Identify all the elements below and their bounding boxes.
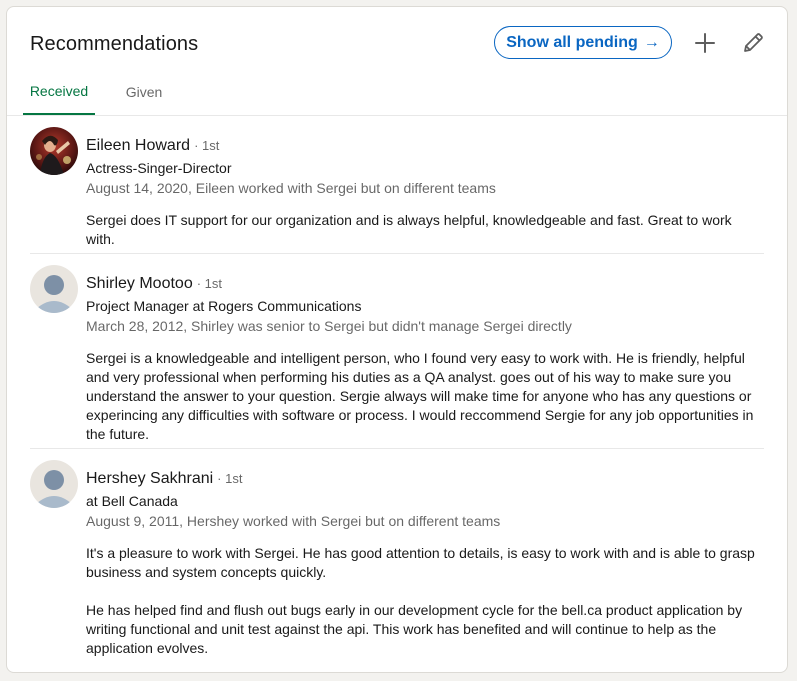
plus-icon xyxy=(695,33,715,53)
divider xyxy=(30,448,764,449)
edit-recommendations-button[interactable] xyxy=(739,29,767,57)
connection-degree: · 1st xyxy=(217,471,243,486)
show-all-pending-label: Show all pending xyxy=(506,33,638,51)
recommendation-item: Eileen Howard · 1st Actress-Singer-Direc… xyxy=(7,125,787,257)
recommendations-card: Recommendations Show all pending → Recei… xyxy=(6,6,788,673)
avatar-placeholder-icon xyxy=(30,265,78,313)
connection-degree: · 1st xyxy=(194,138,220,153)
recommendation-tabs: Received Given xyxy=(7,69,787,116)
recommender-headline: at Bell Canada xyxy=(86,493,178,509)
recommendation-item: Shirley Mootoo · 1st Project Manager at … xyxy=(7,264,787,449)
avatar[interactable] xyxy=(30,460,78,508)
recommender-headline: Project Manager at Rogers Communications xyxy=(86,298,362,314)
pencil-icon xyxy=(744,33,763,52)
avatar-placeholder-icon xyxy=(30,460,78,508)
recommendation-text: Sergei does IT support for our organizat… xyxy=(86,211,758,249)
recommendation-meta: August 9, 2011, Hershey worked with Serg… xyxy=(86,513,501,529)
avatar[interactable] xyxy=(30,265,78,313)
tab-given[interactable]: Given xyxy=(109,69,179,114)
add-recommendation-button[interactable] xyxy=(691,29,719,57)
recommendation-meta: August 14, 2020, Eileen worked with Serg… xyxy=(86,180,496,196)
divider xyxy=(30,253,764,254)
avatar[interactable] xyxy=(30,127,78,175)
card-header: Recommendations Show all pending → xyxy=(7,7,787,77)
recommender-name-row: Hershey Sakhrani · 1st xyxy=(86,470,242,488)
recommendation-paragraph: Sergei does IT support for our organizat… xyxy=(86,212,732,247)
recommendation-item: Hershey Sakhrani · 1st at Bell Canada Au… xyxy=(7,459,787,669)
recommender-headline: Actress-Singer-Director xyxy=(86,160,232,176)
section-title: Recommendations xyxy=(30,33,199,55)
recommendation-paragraph: He has helped find and flush out bugs ea… xyxy=(86,602,743,656)
recommender-name-row: Shirley Mootoo · 1st xyxy=(86,275,222,293)
recommendation-paragraph: Sergei is a knowledgeable and intelligen… xyxy=(86,350,754,442)
recommendation-text: It's a pleasure to work with Sergei. He … xyxy=(86,544,758,658)
avatar-photo xyxy=(30,127,78,175)
recommender-name[interactable]: Eileen Howard xyxy=(86,137,190,155)
arrow-right-icon: → xyxy=(643,33,660,51)
show-all-pending-button[interactable]: Show all pending → xyxy=(494,26,672,59)
connection-degree: · 1st xyxy=(196,276,223,291)
recommendation-meta: March 28, 2012, Shirley was senior to Se… xyxy=(86,318,572,334)
tab-received[interactable]: Received xyxy=(23,69,95,115)
recommendation-paragraph: It's a pleasure to work with Sergei. He … xyxy=(86,545,755,580)
recommender-name[interactable]: Shirley Mootoo xyxy=(86,275,193,293)
recommender-name-row: Eileen Howard · 1st xyxy=(86,137,219,155)
recommender-name[interactable]: Hershey Sakhrani xyxy=(86,470,213,488)
recommendation-text: Sergei is a knowledgeable and intelligen… xyxy=(86,349,758,444)
